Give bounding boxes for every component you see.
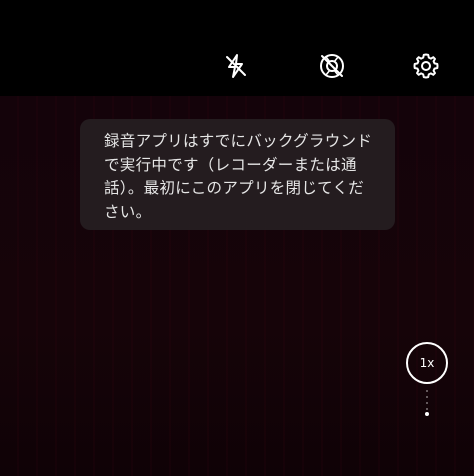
top-bar <box>0 0 474 96</box>
live-photo-off-icon[interactable] <box>312 46 352 86</box>
background-recording-toast: 録音アプリはすでにバックグラウンドで実行中です（レコーダーまたは通話）。最初にこ… <box>80 119 395 230</box>
zoom-tick <box>426 402 428 404</box>
zoom-tick <box>426 396 428 398</box>
flash-off-icon[interactable] <box>216 46 256 86</box>
zoom-level-label: 1x <box>419 356 435 370</box>
gear-icon[interactable] <box>406 46 446 86</box>
zoom-slider-track[interactable] <box>425 390 429 420</box>
zoom-tick <box>426 390 428 392</box>
camera-screen: 録音アプリはすでにバックグラウンドで実行中です（レコーダーまたは通話）。最初にこ… <box>0 0 474 476</box>
toast-message: 録音アプリはすでにバックグラウンドで実行中です（レコーダーまたは通話）。最初にこ… <box>104 132 373 221</box>
zoom-slider-handle[interactable] <box>425 412 429 416</box>
zoom-tick <box>426 408 428 410</box>
zoom-level-button[interactable]: 1x <box>406 342 448 384</box>
